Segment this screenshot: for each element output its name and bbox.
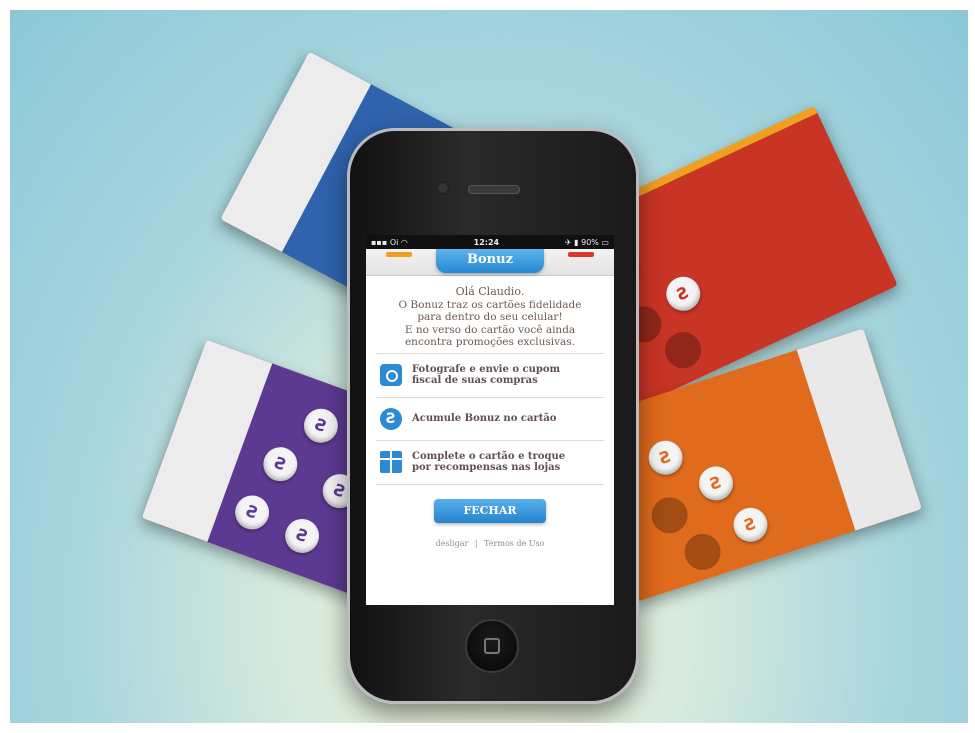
phone-screen: ▪▪▪ Oi ◠ 12:24 ✈ ▮ 90% ▭ Bonuz Olá Claud… xyxy=(366,235,614,605)
feature-text: Fotografe e envie o cupom fiscal de suas… xyxy=(412,364,560,387)
feature-line: por recompensas nas lojas xyxy=(412,462,561,473)
intro-line: encontra promoções exclusivas. xyxy=(404,336,576,348)
carrier-label: ▪▪▪ Oi ◠ xyxy=(371,237,408,247)
feature-text: Acumule Bonuz no cartão xyxy=(412,413,556,425)
close-button[interactable]: FECHAR xyxy=(434,498,546,523)
stamp-icon: Ƨ xyxy=(729,503,772,547)
feature-item-photograph: Fotografe e envie o cupom fiscal de suas… xyxy=(376,352,604,397)
background-scene: Ƨ Ƨ Ƨ Ƨ Ƨ Ƨ Ƨ Ƨ Ƨ Ƨ Ƨ Ƨ Ƨ Ƨ ▪▪▪ Oi ◠ 12 xyxy=(10,10,968,723)
gift-icon xyxy=(380,451,402,473)
stamp-icon: Ƨ xyxy=(694,461,738,505)
feature-text: Complete o cartão e troque por recompens… xyxy=(412,451,565,474)
header-ribbon-right xyxy=(568,252,594,257)
stamp-icon: Ƨ xyxy=(660,271,706,317)
stamp-icon: Ƨ xyxy=(644,436,688,480)
home-square-icon xyxy=(484,638,500,654)
earpiece-speaker xyxy=(468,185,520,194)
intro-line: O Bonuz traz os cartões fidelidade xyxy=(398,298,582,311)
app-title: Bonuz xyxy=(436,249,544,273)
app-header: Bonuz xyxy=(366,249,614,276)
front-camera xyxy=(436,181,450,195)
stamp-icon: Ƨ xyxy=(258,442,303,486)
feature-line: fiscal de suas compras xyxy=(412,375,538,386)
intro-line: para dentro do seu celular! xyxy=(417,311,563,323)
feature-item-accumulate: Ƨ Acumule Bonuz no cartão xyxy=(376,396,604,440)
stamp-icon: Ƨ xyxy=(299,403,343,448)
intro-text: Olá Claudio. O Bonuz traz os cartões fid… xyxy=(366,276,614,353)
greeting: Olá Claudio. xyxy=(455,285,525,298)
home-button[interactable] xyxy=(465,619,519,673)
link-separator: | xyxy=(474,538,478,548)
footer-links: desligar | Termos de Uso xyxy=(366,539,614,548)
feature-item-complete: Complete o cartão e troque por recompens… xyxy=(376,439,604,484)
button-area: FECHAR xyxy=(376,483,604,523)
feature-line: Fotografe e envie o cupom xyxy=(412,363,561,375)
stamp-icon: Ƨ xyxy=(230,490,274,535)
card-stripe xyxy=(796,328,923,531)
status-time: 12:24 xyxy=(473,237,500,247)
logout-link[interactable]: desligar xyxy=(436,539,469,548)
battery-label: ✈ ▮ 90% ▭ xyxy=(564,237,609,247)
bonuz-coin-icon: Ƨ xyxy=(380,407,402,430)
empty-stamp-slot xyxy=(659,326,707,375)
smartphone: ▪▪▪ Oi ◠ 12:24 ✈ ▮ 90% ▭ Bonuz Olá Claud… xyxy=(347,128,639,704)
camera-icon xyxy=(380,364,402,386)
feature-line: Acumule Bonuz no cartão xyxy=(412,412,557,424)
feature-line: Complete o cartão e troque xyxy=(412,450,566,462)
header-ribbon-left xyxy=(386,252,412,257)
empty-stamp-slot xyxy=(646,492,693,538)
intro-line: E no verso do cartão você ainda xyxy=(404,323,576,336)
stamp-icon: Ƨ xyxy=(280,514,324,558)
terms-link[interactable]: Termos de Uso xyxy=(484,539,544,548)
status-bar: ▪▪▪ Oi ◠ 12:24 ✈ ▮ 90% ▭ xyxy=(366,235,614,249)
empty-stamp-slot xyxy=(679,529,726,575)
